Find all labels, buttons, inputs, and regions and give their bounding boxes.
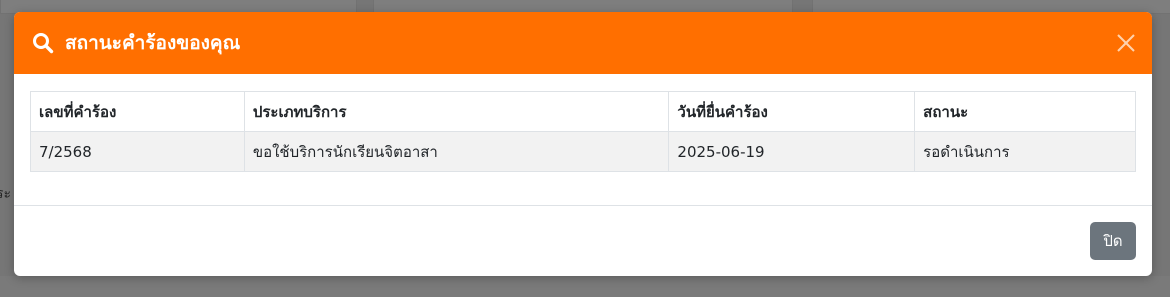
column-header-submit-date: วันที่ยื่นคำร้อง — [668, 91, 916, 132]
column-header-status: สถานะ — [914, 91, 1136, 132]
request-status-table: เลขที่คำร้อง ประเภทบริการ วันที่ยื่นคำร้… — [30, 91, 1136, 172]
modal-title: สถานะคำร้องของคุณ — [65, 32, 241, 54]
close-button[interactable]: ปิด — [1090, 222, 1136, 260]
request-status-modal: สถานะคำร้องของคุณ เลขที่คำร้อง ประเภทบริ… — [14, 12, 1152, 276]
column-header-request-number: เลขที่คำร้อง — [30, 91, 245, 132]
table-row: 7/2568 ขอใช้บริการนักเรียนจิตอาสา 2025-0… — [30, 131, 1136, 172]
search-icon — [31, 31, 55, 55]
modal-footer: ปิด — [14, 206, 1152, 276]
cell-status: รอดำเนินการ — [914, 131, 1136, 172]
modal-body: เลขที่คำร้อง ประเภทบริการ วันที่ยื่นคำร้… — [14, 74, 1152, 206]
cell-request-number: 7/2568 — [30, 131, 245, 172]
column-header-service-type: ประเภทบริการ — [243, 91, 670, 132]
cell-service-type: ขอใช้บริการนักเรียนจิตอาสา — [243, 131, 670, 172]
table-header-row: เลขที่คำร้อง ประเภทบริการ วันที่ยื่นคำร้… — [30, 91, 1136, 132]
cell-submit-date: 2025-06-19 — [668, 131, 916, 172]
modal-header: สถานะคำร้องของคุณ — [14, 12, 1152, 74]
close-icon[interactable] — [1114, 31, 1138, 55]
